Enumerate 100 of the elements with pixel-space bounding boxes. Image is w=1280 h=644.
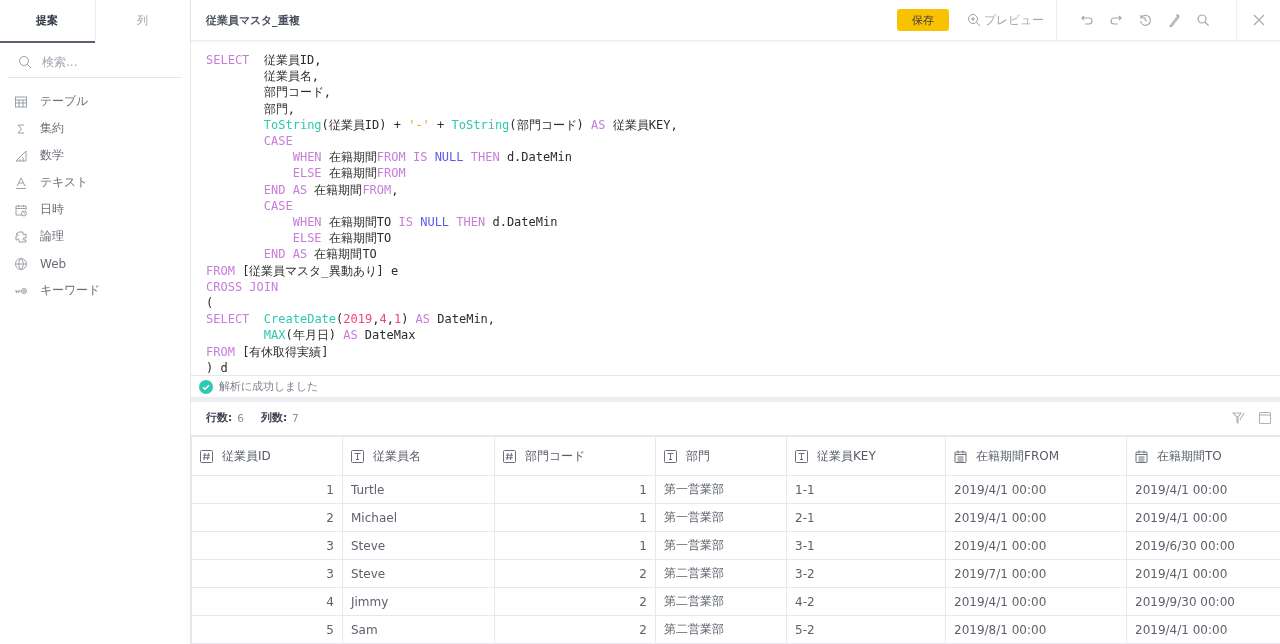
table-cell: 2-1 (786, 503, 946, 532)
table-cell: 2019/4/1 00:00 (945, 531, 1127, 560)
puzzle-icon (14, 229, 28, 244)
letter-icon (14, 175, 28, 190)
table-cell: 2 (191, 503, 343, 532)
code-line: 部門, (262, 100, 296, 117)
table-cell: 3-1 (786, 531, 946, 560)
column-header[interactable]: 在籍期間TO (1126, 436, 1280, 476)
code-line: END AS 在籍期間TO (262, 246, 377, 263)
table-cell: Turtle (342, 475, 495, 504)
sidebar-tab[interactable]: 列 (94, 0, 190, 43)
code-line: WHEN 在籍期間FROM IS NULL THEN d.DateMin (291, 149, 572, 166)
sidebar-item[interactable]: 論理 (14, 223, 190, 250)
column-header[interactable]: 従業員ID (191, 436, 343, 476)
success-check-icon (199, 379, 213, 394)
code-line: FROM [従業員マスタ_異動あり] e (206, 262, 399, 279)
clear-filter-icon[interactable] (1231, 411, 1245, 426)
table-cell: Steve (342, 531, 495, 560)
code-line: CASE (262, 133, 293, 150)
column-count-label: 列数: (260, 411, 288, 426)
globe-icon (14, 256, 28, 271)
panel-icon[interactable] (1258, 411, 1272, 426)
sidebar-item[interactable]: 集約 (14, 115, 190, 142)
close-icon (1252, 14, 1265, 26)
save-button[interactable]: 保存 (897, 9, 949, 31)
query-title: 従業員マスタ_重複 (205, 12, 301, 28)
table-cell: 第一営業部 (655, 531, 787, 560)
code-line: CROSS JOIN (206, 278, 279, 296)
sidebar-item[interactable]: 数学 (14, 142, 190, 169)
status-message: 解析に成功しました (219, 379, 318, 395)
table-cell: 3-2 (786, 559, 946, 588)
row-count: 6 (237, 412, 244, 425)
zoom-in-icon (967, 13, 981, 27)
code-line: FROM [有休取得実績] (206, 343, 329, 360)
sidebar-item[interactable]: Web (14, 250, 190, 277)
column-header[interactable]: 部門 (655, 436, 787, 476)
sidebar-item[interactable]: テキスト (14, 169, 190, 196)
table-cell: 5 (191, 615, 343, 644)
sidebar-item[interactable]: テーブル (14, 88, 190, 115)
code-line: END AS 在籍期間 FROM, (262, 181, 399, 198)
table-cell: 1 (494, 475, 656, 504)
table-cell: 2019/4/1 00:00 (945, 503, 1127, 532)
table-cell: 3 (191, 531, 343, 560)
text-type-icon (351, 449, 364, 463)
column-header[interactable]: 従業員KEY (786, 436, 946, 476)
column-header[interactable]: 部門コード (494, 436, 656, 476)
row-count-label: 行数: (206, 411, 233, 426)
table-cell: 3 (191, 559, 343, 588)
table-cell: 2019/4/1 00:00 (945, 475, 1127, 504)
table-cell: 1-1 (786, 475, 946, 504)
table-icon (14, 94, 28, 109)
code-line: MAX(年月日) AS DateMax (262, 327, 416, 344)
table-cell: 2019/8/1 00:00 (945, 615, 1127, 644)
column-count: 7 (292, 412, 299, 425)
code-line: ( (206, 295, 214, 312)
code-line: ) d (206, 359, 228, 377)
code-line: SELECT 従業員ID, (206, 52, 322, 69)
code-line: 従業員名, (262, 68, 320, 85)
calendar-icon (954, 449, 967, 463)
text-type-icon (795, 449, 808, 463)
table-cell: 2 (494, 587, 656, 616)
table-cell: Jimmy (342, 587, 495, 616)
calendar-icon (1135, 449, 1148, 463)
table-cell: 2019/4/1 00:00 (945, 587, 1127, 616)
table-cell: 2 (494, 615, 656, 644)
code-line: CASE (262, 197, 293, 215)
table-cell: 2 (494, 559, 656, 588)
table-cell: Sam (342, 615, 495, 644)
sidebar-item[interactable]: キーワード (14, 277, 190, 304)
code-line: ELSE 在籍期間FROM (291, 165, 406, 182)
table-cell: 2019/7/1 00:00 (945, 559, 1127, 588)
history-icon (1138, 13, 1152, 27)
code-line: 部門コード, (262, 84, 332, 101)
table-cell: 第一営業部 (655, 475, 787, 504)
column-header[interactable]: 在籍期間FROM (945, 436, 1127, 476)
table-cell: 1 (494, 503, 656, 532)
undo-icon (1080, 13, 1094, 27)
sidebar-item[interactable]: 日時 (14, 196, 190, 223)
table-cell: 1 (494, 531, 656, 560)
table-cell: Steve (342, 559, 495, 588)
code-line: ToString(従業員ID) + '-' + ToString(部門コード) AS 従業員KEY, (262, 116, 678, 133)
calendar-clock-icon (14, 202, 28, 217)
table-cell: 第二営業部 (655, 587, 787, 616)
search-icon (1196, 13, 1210, 27)
table-cell: 4 (191, 587, 343, 616)
table-cell: 4-2 (786, 587, 946, 616)
ruler-triangle-icon (14, 148, 28, 163)
table-cell: Michael (342, 503, 495, 532)
search-icon (18, 55, 32, 69)
table-cell: 第二営業部 (655, 615, 787, 644)
table-cell: 1 (191, 475, 343, 504)
table-cell: 第二営業部 (655, 559, 787, 588)
number-type-icon (200, 449, 213, 463)
code-line: WHEN 在籍期間TO IS NULL THEN d.DateMin (291, 214, 558, 231)
text-type-icon (664, 449, 677, 463)
wand-icon (1167, 13, 1181, 27)
redo-icon (1109, 13, 1123, 27)
column-header[interactable]: 従業員名 (342, 436, 495, 476)
code-line: SELECT CreateDate(2019,4,1) AS DateMin, (206, 311, 496, 328)
code-line: ELSE 在籍期間TO (291, 230, 392, 247)
